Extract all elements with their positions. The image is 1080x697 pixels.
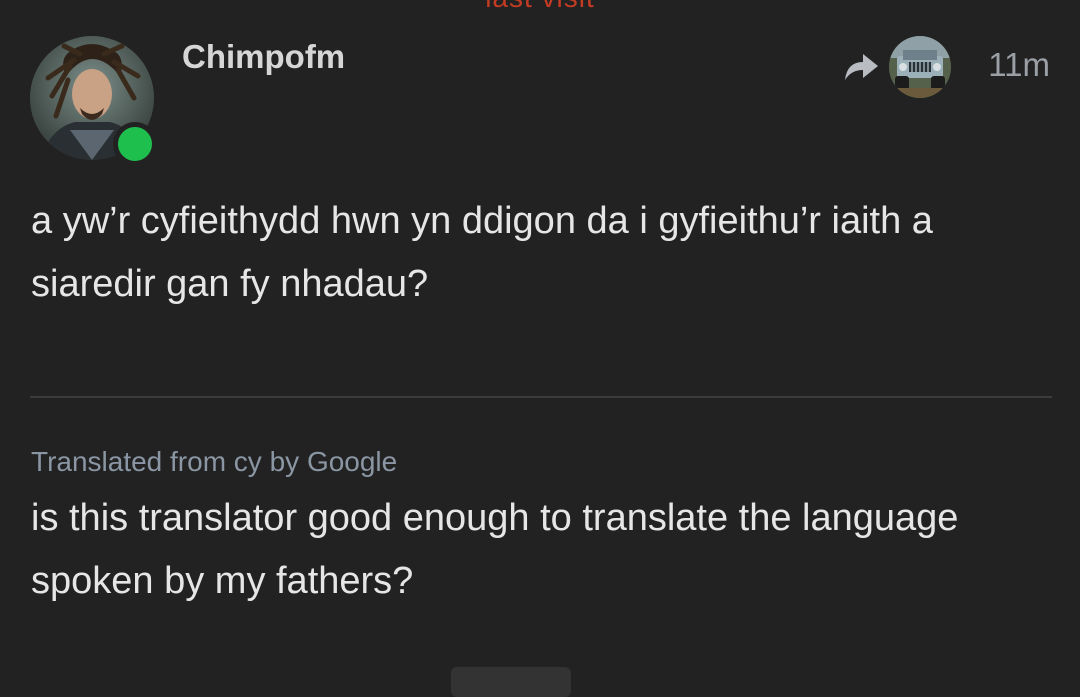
post-username[interactable]: Chimpofm [182, 38, 345, 76]
translated-text: is this translator good enough to transl… [31, 497, 959, 602]
reply-to-avatar[interactable] [889, 36, 951, 98]
jeep-avatar-icon [889, 36, 951, 98]
online-status-indicator [113, 122, 157, 166]
bottom-handle[interactable] [451, 667, 571, 697]
post-timestamp: 11m [988, 46, 1050, 83]
translation-attribution[interactable]: Translated from cy by Google [31, 446, 397, 478]
reply-arrow-icon[interactable] [843, 52, 879, 82]
post-card: Chimpofm 11m a yw’r cyfieithydd hwn yn d… [0, 0, 1080, 697]
translation-divider [30, 396, 1052, 398]
post-body-text: a yw’r cyfieithydd hwn yn ddigon da i gy… [31, 200, 933, 305]
